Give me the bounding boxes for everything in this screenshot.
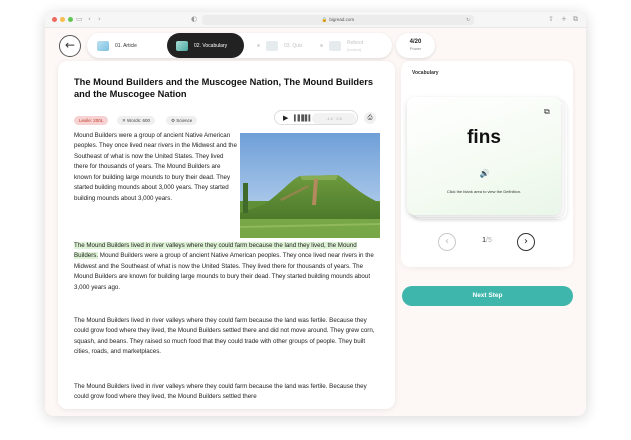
words-badge-label: Words: 600	[127, 118, 150, 123]
print-button[interactable]: ⎙	[364, 112, 376, 124]
back-arrow-icon[interactable]: ‹	[88, 15, 91, 24]
words-badge: ✕ Words: 600	[117, 116, 155, 125]
new-tab-icon[interactable]: +	[561, 15, 567, 24]
paragraph-2-text: Mound Builders were a group of ancient N…	[74, 252, 374, 291]
lexile-badge: Lexile: 200L	[74, 116, 109, 125]
tabs-overview-icon[interactable]: ⧉	[573, 15, 578, 24]
share-icon[interactable]: ⇧	[548, 15, 554, 24]
flashcard-pager: ‹ 1/5 ›	[401, 232, 573, 252]
card-total: /5	[486, 237, 492, 244]
paragraph-3: The Mound Builders lived in river valley…	[74, 317, 375, 356]
reload-icon[interactable]: ↻	[466, 15, 470, 25]
step-vocabulary[interactable]: 02. Vocabulary	[167, 33, 244, 58]
subject-badge: ⚙ Science	[166, 116, 198, 125]
speaker-icon[interactable]: 🔊	[478, 167, 491, 180]
cards-icon	[176, 40, 188, 51]
browser-window: ▭ ‹ › ◐ 🔒 bigread.com ↻ ⇧ + ⧉ ← 01. Artic…	[45, 12, 586, 416]
step-reboot[interactable]: Reboot (locked)	[320, 33, 363, 58]
close-window-button[interactable]	[52, 17, 57, 22]
arrow-left-icon: ←	[64, 38, 76, 52]
vocabulary-panel: Vocabulary ⧉ fins 🔊 Click the blank area…	[401, 61, 573, 267]
lesson-steps: 01. Article 02. Vocabulary 03. Quiz Rebo…	[87, 33, 392, 58]
browser-toolbar: ▭ ‹ › ◐ 🔒 bigread.com ↻ ⇧ + ⧉	[45, 12, 586, 28]
article-image	[240, 133, 380, 238]
reboot-icon	[329, 40, 341, 51]
chevron-right-icon: ›	[524, 236, 528, 247]
printer-icon: ⎙	[367, 114, 373, 121]
step-dot	[320, 44, 323, 47]
paragraph-1: Mound Builders were a group of ancient N…	[74, 132, 237, 202]
next-card-button[interactable]: ›	[517, 233, 535, 251]
step-quiz-label: 03. Quiz	[284, 42, 303, 49]
audio-player: ▶ ▍▌▋▌▍ -1.0 · 0.0	[274, 110, 358, 125]
paragraph-4: The Mound Builders lived in river valley…	[74, 383, 367, 401]
step-article[interactable]: 01. Article	[97, 33, 137, 58]
step-quiz[interactable]: 03. Quiz	[257, 33, 303, 58]
mound-photo	[240, 133, 380, 238]
back-button[interactable]: ←	[59, 35, 81, 57]
flashcard-hint: Click the blank area to view the Definit…	[446, 189, 522, 194]
step-article-label: 01. Article	[115, 42, 137, 49]
step-reboot-label: Reboot	[347, 39, 364, 46]
lesson-nav: ← 01. Article 02. Vocabulary 03. Quiz Re…	[45, 28, 586, 64]
paragraph-2: The Mound Builders lived in river valley…	[74, 241, 382, 293]
speed-control[interactable]: -1.0 · 0.0	[312, 113, 356, 124]
forward-arrow-icon[interactable]: ›	[98, 15, 101, 24]
book-icon	[97, 40, 109, 51]
step-reboot-text: Reboot (locked)	[347, 40, 363, 52]
flashcard-stack: ⧉ fins 🔊 Click the blank area to view th…	[407, 97, 567, 219]
next-step-button[interactable]: Next Step	[402, 286, 573, 306]
card-counter: 1/5	[401, 237, 573, 244]
copy-icon[interactable]: ⧉	[544, 108, 550, 116]
step-vocabulary-label: 02. Vocabulary	[194, 42, 228, 49]
url-text: bigread.com	[329, 17, 355, 22]
step-dot	[257, 44, 260, 47]
step-reboot-sublabel: (locked)	[347, 46, 362, 52]
lock-icon: 🔒	[321, 17, 328, 22]
minimize-window-button[interactable]	[60, 17, 65, 22]
play-icon[interactable]: ▶	[283, 114, 288, 123]
quiz-icon	[266, 40, 278, 51]
article-title: The Mound Builders and the Muscogee Nati…	[74, 77, 374, 99]
power-label: Power	[409, 46, 422, 51]
window-controls	[52, 17, 73, 22]
sidebar-icon[interactable]: ▭	[76, 15, 83, 24]
power-counter: 4/20 Power	[396, 33, 435, 58]
zoom-window-button[interactable]	[68, 17, 73, 22]
flashcard[interactable]: ⧉ fins 🔊 Click the blank area to view th…	[407, 97, 561, 215]
waveform-icon: ▍▌▋▌▍	[294, 115, 313, 122]
address-bar[interactable]: 🔒 bigread.com ↻	[202, 15, 474, 25]
privacy-shield-icon[interactable]: ◐	[191, 15, 197, 24]
vocabulary-heading: Vocabulary	[412, 70, 439, 76]
article-panel: The Mound Builders and the Muscogee Nati…	[58, 61, 395, 409]
subject-badge-label: Science	[176, 118, 193, 123]
power-value: 4/20	[409, 39, 422, 45]
vocab-word: fins	[467, 127, 501, 148]
